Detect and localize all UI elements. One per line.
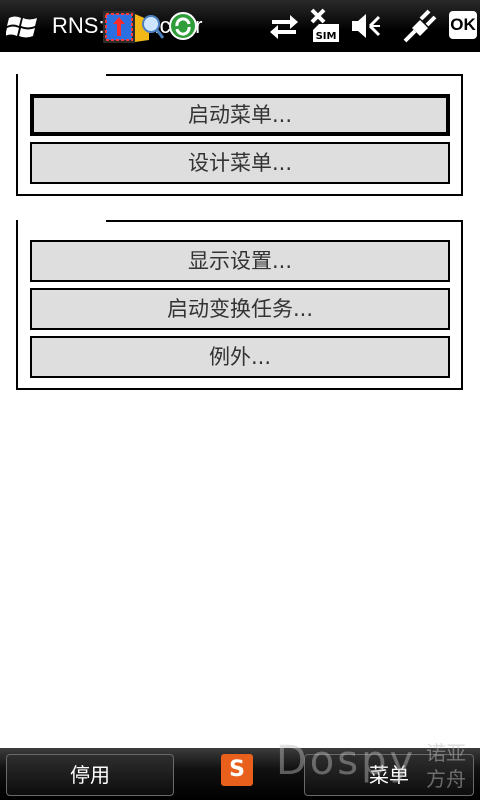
group-box-gap: [18, 73, 106, 77]
launch-task-switcher-button[interactable]: 启动变换任务...: [30, 288, 450, 330]
screen: RNS: Launcher SIM: [0, 0, 480, 800]
status-bar: RNS: Launcher SIM: [0, 0, 480, 52]
ime-label: S: [229, 757, 245, 782]
softkey-bar: 停用 S 菜单: [0, 748, 480, 800]
display-settings-button[interactable]: 显示设置...: [30, 240, 450, 282]
ok-button[interactable]: OK: [449, 11, 477, 39]
design-menu-button[interactable]: 设计菜单...: [30, 142, 450, 184]
disable-softkey[interactable]: 停用: [6, 754, 174, 796]
launch-menu-button[interactable]: 启动菜单...: [30, 94, 450, 136]
windows-start-icon[interactable]: [6, 12, 40, 42]
menu-softkey[interactable]: 菜单: [304, 754, 474, 796]
svg-text:SIM: SIM: [316, 31, 337, 42]
no-sim-icon[interactable]: SIM: [309, 8, 343, 44]
group-box-gap: [18, 219, 106, 223]
sync-arrows-icon[interactable]: [268, 10, 300, 42]
notification-icons[interactable]: [103, 8, 203, 46]
exceptions-button[interactable]: 例外...: [30, 336, 450, 378]
power-plug-icon[interactable]: [402, 8, 438, 44]
sogou-ime-icon[interactable]: S: [221, 754, 253, 786]
volume-icon[interactable]: [350, 10, 382, 42]
